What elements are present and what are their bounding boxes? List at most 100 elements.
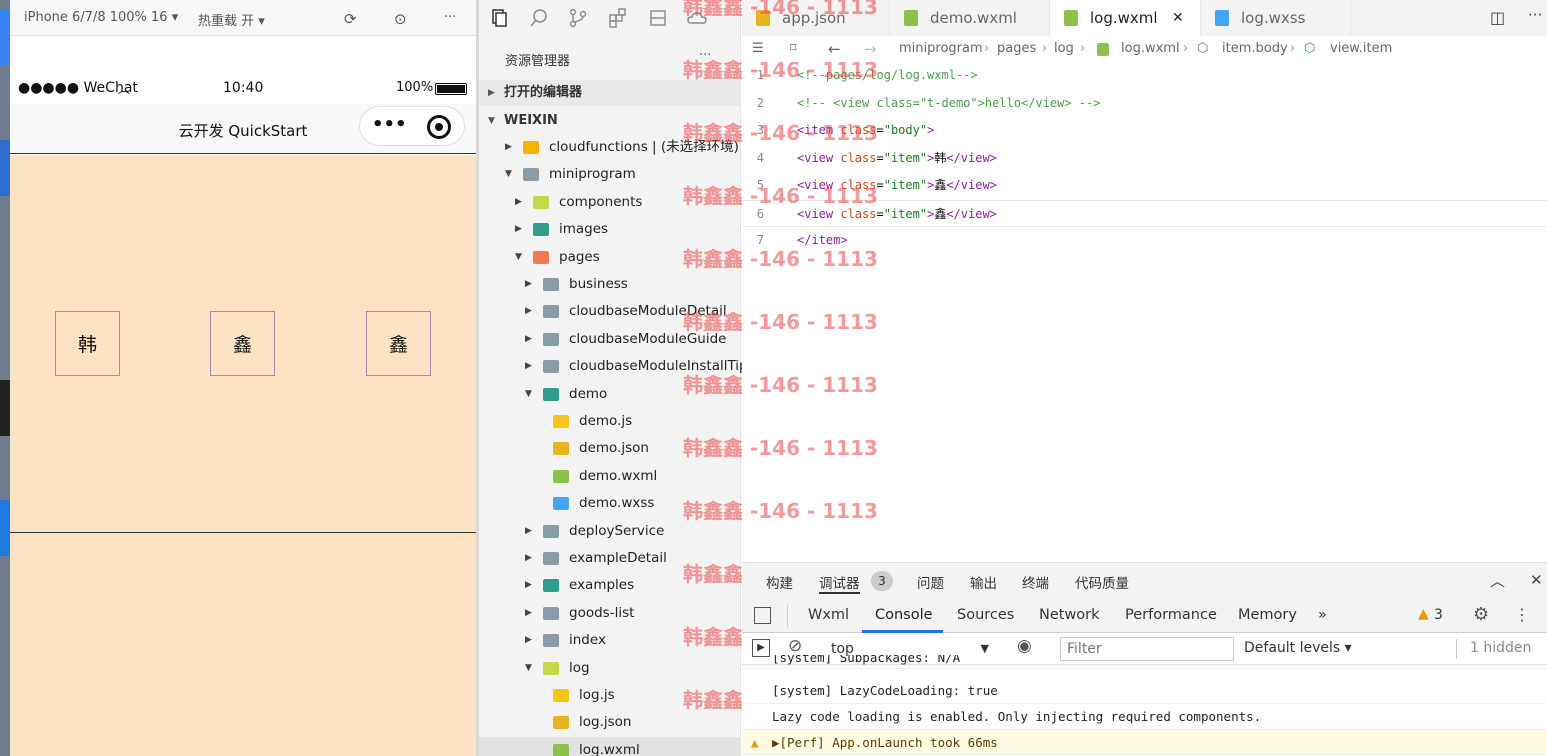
explorer-more-icon[interactable]: ··· [699, 48, 711, 63]
tab-network[interactable]: Network [1039, 607, 1100, 623]
chevron-right-icon[interactable]: ▶ [525, 572, 532, 599]
code-line[interactable]: 1 <!--pages/log/log.wxml--> [742, 62, 1547, 89]
tree-item[interactable]: ▼ demo [479, 381, 741, 408]
tree-item[interactable]: ▶ images [479, 216, 741, 243]
desktop-icon[interactable] [0, 140, 10, 196]
tree-item[interactable]: ▼ log [479, 655, 741, 682]
refresh-icon[interactable]: ⟳ [344, 10, 357, 28]
tree-item[interactable]: ▶ cloudbaseModuleDetail [479, 298, 741, 325]
chevron-right-icon[interactable]: ▶ [525, 353, 532, 380]
tab-performance[interactable]: Performance [1125, 607, 1217, 623]
extensions-icon[interactable] [608, 8, 630, 30]
log-levels-select[interactable]: Default levels ▾ [1244, 640, 1352, 656]
code-line[interactable]: 5 <view class="item">鑫</view> [742, 172, 1547, 199]
desktop-icon[interactable] [0, 380, 10, 436]
chevron-down-icon[interactable]: ▼ [505, 161, 512, 188]
tree-item[interactable]: log.json [479, 709, 741, 736]
chevron-down-icon[interactable]: ▼ [525, 655, 532, 682]
tree-item[interactable]: ▼ pages [479, 244, 741, 271]
breadcrumb-item[interactable]: pages [997, 36, 1036, 62]
code-line[interactable]: 6 <view class="item">鑫</view> [742, 199, 1547, 227]
kebab-menu-icon[interactable]: ⋮ [1514, 605, 1530, 624]
desktop-icon[interactable] [0, 500, 10, 556]
tab-problems[interactable]: 问题 [917, 572, 944, 592]
source-control-icon[interactable] [568, 8, 590, 30]
breadcrumb-item[interactable]: log [1054, 36, 1074, 62]
workspace-section[interactable]: ▼ WEIXIN [479, 108, 741, 134]
back-icon[interactable]: ← [828, 36, 841, 62]
breadcrumb-item[interactable]: view.item [1330, 36, 1392, 62]
chevron-down-icon[interactable]: ▼ [525, 381, 532, 408]
forward-icon[interactable]: → [864, 36, 877, 62]
tree-item[interactable]: ▶ components [479, 189, 741, 216]
hot-reload-toggle[interactable]: 热重载 开 ▾ [198, 10, 265, 29]
breadcrumb-item[interactable]: log.wxml [1121, 36, 1180, 62]
breadcrumb-item[interactable]: miniprogram [899, 36, 983, 62]
tree-item[interactable]: ▶ index [479, 627, 741, 654]
eye-icon[interactable]: ◉ [1017, 636, 1032, 656]
tab-terminal[interactable]: 终端 [1022, 572, 1049, 592]
files-icon[interactable] [489, 8, 511, 30]
editor-tab[interactable]: log.wxml ✕ [1050, 0, 1201, 36]
stop-icon[interactable]: ⊙ [394, 10, 407, 28]
code-line[interactable]: 3 <item class="body"> [742, 117, 1547, 144]
chevron-right-icon[interactable]: ▶ [525, 518, 532, 545]
more-dots-icon[interactable]: ••• [372, 114, 407, 135]
breadcrumb-item[interactable]: item.body [1222, 36, 1288, 62]
bookmark-icon[interactable]: ⌑ [790, 36, 797, 62]
tree-item[interactable]: log.wxml [479, 736, 741, 756]
chevron-right-icon[interactable]: ▶ [505, 134, 512, 161]
device-select[interactable]: iPhone 6/7/8 100% 16 ▾ [24, 10, 178, 25]
tree-item[interactable]: ▶ cloudbaseModuleInstallTips [479, 353, 755, 380]
warning-icon[interactable]: ▲ [1418, 606, 1429, 622]
chevron-right-icon[interactable]: ▶ [525, 271, 532, 298]
editor-more-icon[interactable]: ··· [1528, 6, 1542, 24]
chevron-down-icon[interactable]: ▼ [515, 244, 522, 271]
code-line[interactable]: 2 <!-- <view class="t-demo">hello</view> … [742, 90, 1547, 117]
capsule-menu[interactable]: ••• [359, 106, 465, 146]
code-line[interactable]: 4 <view class="item">韩</view> [742, 145, 1547, 172]
editor-tab[interactable]: app.json [742, 0, 890, 36]
tab-code-quality[interactable]: 代码质量 [1075, 572, 1129, 592]
tree-item[interactable]: ▶ deployService [479, 518, 741, 545]
tab-memory[interactable]: Memory [1238, 607, 1297, 623]
tree-item[interactable]: demo.json [479, 435, 741, 462]
tree-item[interactable]: ▶ cloudbaseModuleGuide [479, 326, 741, 353]
inspect-icon[interactable] [754, 607, 771, 624]
tree-item[interactable]: demo.js [479, 408, 741, 435]
tree-item[interactable]: ▶ business [479, 271, 741, 298]
tree-item[interactable]: demo.wxml [479, 463, 741, 490]
split-editor-icon[interactable]: ◫ [1490, 8, 1505, 27]
tab-build[interactable]: 构建 [766, 572, 793, 592]
cloud-icon[interactable] [687, 8, 709, 30]
tab-output[interactable]: 输出 [970, 572, 997, 592]
collapse-icon[interactable]: ︿ [1490, 570, 1505, 591]
tree-item[interactable]: ▶ cloudfunctions | (未选择环境) [479, 134, 741, 161]
chevron-right-icon[interactable]: ▶ [515, 189, 522, 216]
search-icon[interactable] [529, 8, 551, 30]
editor-tab[interactable]: demo.wxml [890, 0, 1050, 36]
close-icon[interactable]: ✕ [1530, 571, 1543, 589]
tab-console[interactable]: Console [875, 607, 933, 623]
chevron-right-icon[interactable]: ▶ [525, 326, 532, 353]
tree-item[interactable]: ▶ goods-list [479, 600, 741, 627]
tree-item[interactable]: ▼ miniprogram [479, 161, 741, 188]
tree-item[interactable]: ▶ examples [479, 572, 741, 599]
chevron-right-icon[interactable]: ▶ [525, 298, 532, 325]
chevron-right-icon[interactable]: ▶ [525, 545, 532, 572]
editor-tab[interactable]: log.wxss [1201, 0, 1351, 36]
tab-sources[interactable]: Sources [957, 607, 1014, 623]
open-editors-section[interactable]: ▶ 打开的编辑器 [479, 80, 741, 106]
close-capsule-icon[interactable] [427, 115, 451, 139]
tree-item[interactable]: log.js [479, 682, 741, 709]
code-line[interactable]: 7 </item> [742, 227, 1547, 254]
chevron-right-icon[interactable]: ▶ [525, 600, 532, 627]
more-tabs-icon[interactable]: » [1318, 607, 1327, 623]
database-icon[interactable] [648, 8, 670, 30]
chevron-right-icon[interactable]: ▶ [515, 216, 522, 243]
close-tab-icon[interactable]: ✕ [1172, 0, 1184, 36]
settings-icon[interactable]: ⚙ [1473, 604, 1489, 625]
tab-debugger[interactable]: 调试器 [819, 572, 860, 594]
tree-item[interactable]: ▶ exampleDetail [479, 545, 741, 572]
desktop-icon[interactable] [0, 10, 10, 66]
